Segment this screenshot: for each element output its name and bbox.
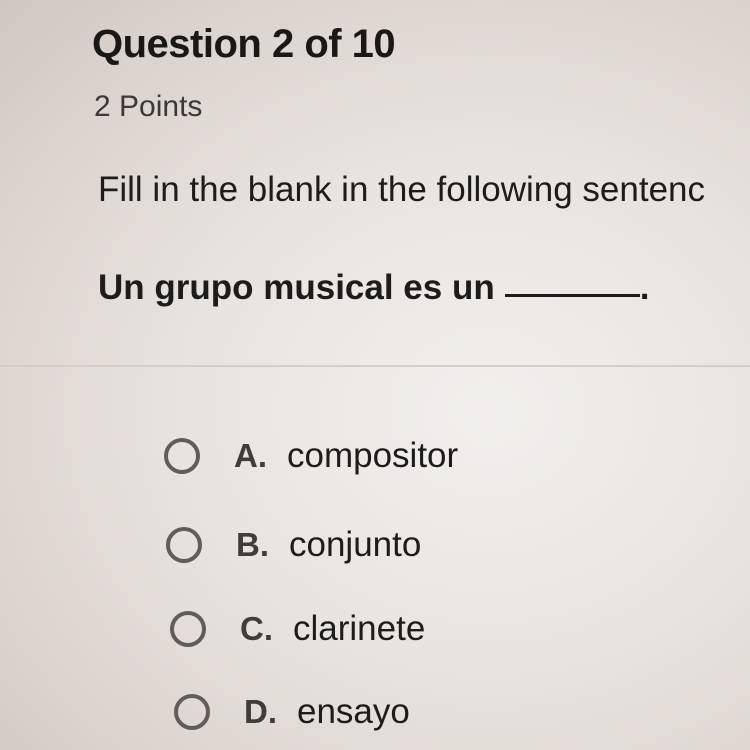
radio-button-icon[interactable] — [164, 438, 200, 474]
option-letter: C. — [240, 610, 273, 647]
answer-option-b[interactable]: B. conjunto — [166, 523, 421, 567]
radio-button-icon[interactable] — [174, 694, 210, 730]
radio-button-icon[interactable] — [166, 527, 202, 563]
answer-option-a[interactable]: A. compositor — [164, 434, 458, 478]
answer-options: A. compositor B. conjunto C. clarinete D… — [0, 0, 750, 750]
option-text: ensayo — [297, 692, 410, 731]
quiz-page: Question 2 of 10 2 Points Fill in the bl… — [0, 0, 750, 750]
option-text: clarinete — [293, 609, 426, 648]
option-text: conjunto — [289, 525, 422, 564]
option-text: compositor — [287, 436, 459, 475]
answer-option-c[interactable]: C. clarinete — [170, 607, 425, 651]
answer-option-d[interactable]: D. ensayo — [174, 690, 410, 734]
option-letter: A. — [234, 437, 267, 474]
option-letter: D. — [244, 693, 277, 730]
option-letter: B. — [236, 526, 269, 563]
radio-button-icon[interactable] — [170, 611, 206, 647]
